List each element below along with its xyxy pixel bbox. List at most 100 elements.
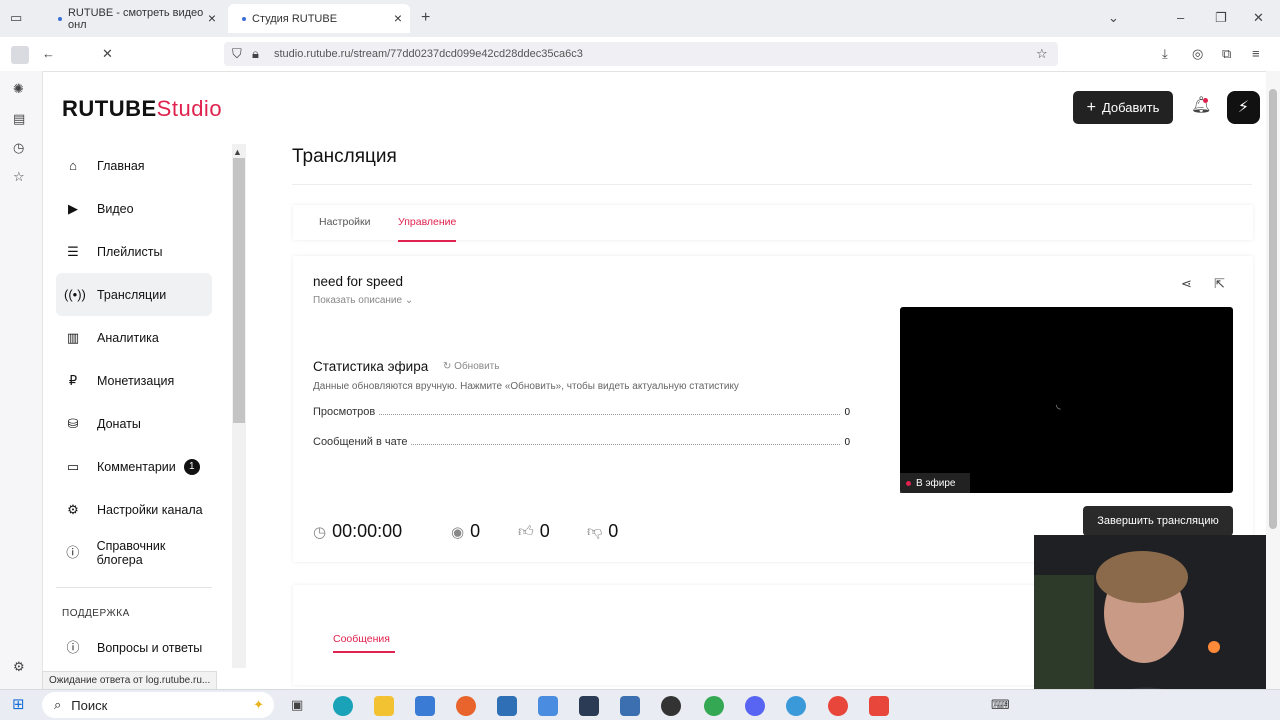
avatar[interactable]: ⚡︎ [1227, 91, 1260, 124]
close-window-icon[interactable]: ✕ [1253, 10, 1264, 26]
edge-icon[interactable] [333, 696, 353, 716]
stat-row-views: Просмотров 0 [313, 406, 850, 418]
chevron-down-icon[interactable]: ⌄ [1108, 10, 1119, 26]
sidebar-nav: ⌂ Главная ▶ Видео ☰ Плейлисты ((•)) Трансляц… [56, 144, 212, 574]
logo-sub: Studio [156, 96, 223, 121]
taskbar: ⊞ ⌕ Поиск ✦ ▣ ⌨ [0, 689, 1280, 720]
status-bar: Ожидание ответа от log.rutube.ru... [42, 671, 218, 690]
stop-icon[interactable]: ✕ [102, 46, 113, 62]
tab-list-icon[interactable]: ▭ [10, 10, 22, 26]
browser-toolbar: ← ✕ ⛉ 🔒︎ studio.rutube.ru/stream/77dd023… [0, 37, 1280, 72]
sidebar-item-playlists[interactable]: ☰ Плейлисты [56, 230, 212, 273]
shield-icon[interactable]: ⛉ [232, 46, 242, 62]
browser-tab-studio[interactable]: Студия RUTUBE × [228, 4, 410, 33]
sidebar-item-monetization[interactable]: ₽ Монетизация [56, 359, 212, 402]
maximize-icon[interactable]: ❐ [1215, 10, 1227, 26]
share-icon[interactable]: ⋖ [1181, 276, 1192, 292]
file-explorer-icon[interactable] [374, 696, 394, 716]
discord-icon[interactable] [745, 696, 765, 716]
stream-preview-player[interactable]: ◟ В эфире [900, 307, 1233, 493]
store-icon[interactable] [415, 696, 435, 716]
menu-icon[interactable]: ≡ [1252, 46, 1260, 62]
bookmark-star-icon[interactable]: ☆ [1036, 46, 1048, 62]
sidebar-item-label: Донаты [97, 416, 141, 431]
yandex-icon[interactable] [869, 696, 889, 716]
bookmarks-icon[interactable]: ☆ [13, 169, 25, 185]
tab-settings[interactable]: Настройки [319, 216, 371, 228]
customize-gear-icon[interactable]: ⚙ [13, 659, 25, 675]
sidebar-item-home[interactable]: ⌂ Главная [56, 144, 212, 187]
yandex-browser-icon[interactable] [828, 696, 848, 716]
video-icon: ▶ [68, 200, 78, 216]
page-scroll-thumb[interactable] [1269, 89, 1277, 529]
comments-badge: 1 [183, 458, 200, 475]
sidebar-item-label: Трансляции [97, 287, 167, 302]
firefox-icon[interactable] [456, 696, 476, 716]
page-scrollbar[interactable] [1266, 71, 1280, 689]
stream-name: need for speed [313, 274, 404, 289]
minimize-icon[interactable]: – [1177, 10, 1184, 26]
refresh-icon: ↻ [443, 361, 452, 372]
app-icon[interactable] [786, 696, 806, 716]
ai-chat-icon[interactable]: ✺ [13, 81, 24, 97]
app-icon[interactable] [497, 696, 517, 716]
tab-messages[interactable]: Сообщения [333, 633, 395, 653]
stats-title: Статистика эфира [313, 359, 429, 374]
keyboard-icon[interactable]: ⌨ [991, 697, 1010, 713]
viewers-value: 0 [470, 521, 481, 541]
stats-note: Данные обновляются вручную. Нажмите «Обн… [313, 381, 739, 392]
refresh-button[interactable]: ↻ Обновить [443, 361, 499, 372]
sidebar-item-label: Монетизация [97, 373, 175, 388]
page-title: Трансляция [292, 146, 397, 167]
stat-label: Просмотров [313, 406, 376, 418]
url-text[interactable]: studio.rutube.ru/stream/77dd0237dcd099e4… [274, 48, 583, 60]
ruble-icon: ₽ [68, 372, 78, 388]
windows-start-icon[interactable]: ⊞ [12, 697, 25, 713]
plus-icon: + [1086, 98, 1096, 116]
new-tab-icon[interactable]: + [421, 10, 430, 26]
taskbar-search-label: Поиск [71, 697, 108, 713]
task-view-icon[interactable]: ▣ [291, 697, 303, 713]
close-tab-icon[interactable]: × [208, 10, 216, 26]
loading-spinner-icon: ◟ [1056, 397, 1061, 411]
address-bar[interactable]: ⛉ 🔒︎ studio.rutube.ru/stream/77dd0237dcd… [224, 42, 1058, 66]
sidebar-item-donations[interactable]: ⛁ Донаты [56, 402, 212, 445]
bell-icon[interactable]: 🔔︎ [1191, 98, 1211, 114]
thumbs-up-icon: 👍︎ [518, 522, 534, 540]
chrome-icon[interactable] [704, 696, 724, 716]
sidebar-toggle-icon[interactable] [11, 46, 29, 64]
obs-icon[interactable] [661, 696, 681, 716]
show-description-link[interactable]: Показать описание ⌄ [313, 295, 413, 306]
live-indicator: В эфире [900, 473, 970, 493]
app-icon[interactable] [579, 696, 599, 716]
sidebar-item-video[interactable]: ▶ Видео [56, 187, 212, 230]
synced-tabs-icon[interactable]: ▤ [13, 111, 25, 127]
end-stream-button[interactable]: Завершить трансляцию [1083, 506, 1233, 536]
extensions-icon[interactable]: ⧉ [1222, 46, 1231, 62]
taskbar-search[interactable]: ⌕ Поиск ✦ [42, 692, 274, 718]
app-icon[interactable] [538, 696, 558, 716]
sidebar-item-blogger-guide[interactable]: ⓘ Справочник блогера [56, 531, 212, 574]
sidebar-item-analytics[interactable]: ▥ Аналитика [56, 316, 212, 359]
tab-management[interactable]: Управление [398, 216, 457, 242]
download-icon[interactable]: ⤓ [1162, 46, 1168, 62]
sidebar-item-faq[interactable]: ⓘ Вопросы и ответы [56, 626, 212, 669]
viewer-icon: ◉ [451, 523, 465, 541]
sidebar-item-broadcasts[interactable]: ((•)) Трансляции [56, 273, 212, 316]
app-icon[interactable] [620, 696, 640, 716]
lock-icon[interactable]: 🔒︎ [252, 46, 259, 62]
close-tab-icon[interactable]: × [394, 10, 402, 26]
back-icon[interactable]: ← [42, 46, 55, 62]
account-icon[interactable]: ◎ [1192, 46, 1203, 62]
sidebar-item-comments[interactable]: ▭ Комментарии 1 [56, 445, 212, 488]
sidebar-scroll-thumb[interactable] [233, 158, 245, 423]
rutube-studio-logo[interactable]: RUTUBEStudio [62, 96, 222, 122]
browser-tab-rutube[interactable]: RUTUBE - смотреть видео онл × [44, 4, 224, 33]
scroll-up-icon[interactable]: ▲ [233, 144, 242, 160]
sidebar-item-channel-settings[interactable]: ⚙ Настройки канала [56, 488, 212, 531]
add-button[interactable]: + Добавить [1073, 91, 1173, 124]
stat-value: 0 [844, 437, 850, 448]
history-icon[interactable]: ◷ [13, 140, 24, 156]
stat-row-chat-messages: Сообщений в чате 0 [313, 436, 850, 448]
open-external-icon[interactable]: ⇱ [1214, 276, 1225, 292]
